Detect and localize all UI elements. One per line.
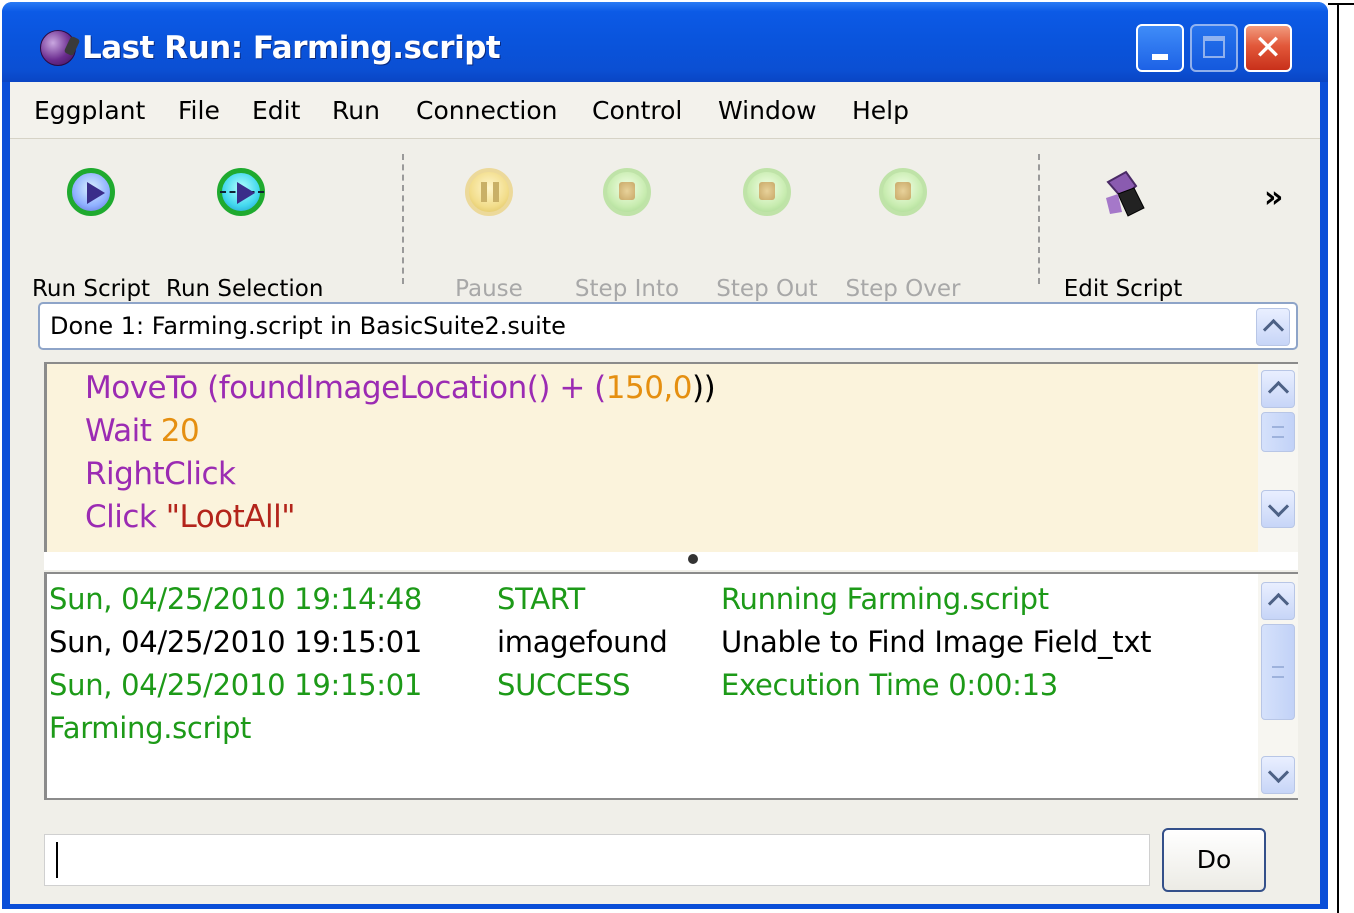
log-type: START	[497, 582, 585, 616]
scroll-thumb[interactable]	[1261, 412, 1295, 452]
close-icon: ✕	[1253, 28, 1283, 68]
run-status-text: Done 1: Farming.script in BasicSuite2.su…	[50, 312, 566, 340]
script-line: MoveTo (foundImageLocation() + (150,0))	[85, 370, 716, 406]
script-token: Click	[85, 499, 157, 535]
log-message: Unable to Find Image Field_txt	[721, 625, 1152, 659]
log-type: SUCCESS	[497, 668, 631, 702]
log-trailing: Farming.script	[49, 711, 252, 745]
script-line: RightClick	[85, 456, 236, 492]
scroll-up-button[interactable]	[1261, 582, 1295, 620]
menu-window[interactable]: Window	[718, 96, 817, 125]
run-script-icon	[67, 168, 115, 216]
script-line: Click "LootAll"	[85, 499, 295, 535]
log-time: Sun, 04/25/2010 19:14:48	[49, 582, 423, 616]
splitter-handle-icon	[688, 554, 698, 564]
log-time: Sun, 04/25/2010 19:15:01	[49, 668, 423, 702]
eggplant-app-icon	[40, 30, 76, 66]
chevron-up-icon	[1267, 592, 1290, 615]
script-token: foundImageLocation()	[218, 370, 551, 406]
script-token: ))	[692, 370, 716, 406]
scroll-down-button[interactable]	[1261, 756, 1295, 794]
script-scrollbar[interactable]	[1258, 364, 1298, 552]
edit-script-label: Edit Script	[1063, 276, 1183, 302]
title-bar[interactable]: Last Run: Farming.script ✕	[2, 2, 1328, 82]
minimize-button[interactable]	[1136, 24, 1184, 72]
menu-file[interactable]: File	[178, 96, 220, 125]
app-window: Last Run: Farming.script ✕ Eggplant File…	[2, 2, 1328, 909]
toolbar: Run Script Run Selection Pause Step Into…	[10, 140, 1320, 302]
script-token: RightClick	[85, 456, 236, 492]
script-token: (	[197, 370, 219, 406]
pause-label: Pause	[455, 276, 523, 302]
toolbar-separator	[402, 154, 404, 284]
step-into-icon	[603, 168, 651, 216]
log-time: Sun, 04/25/2010 19:15:01	[49, 625, 423, 659]
minimize-icon	[1152, 54, 1168, 60]
log-message: Running Farming.script	[721, 582, 1049, 616]
run-log[interactable]: Sun, 04/25/2010 19:14:48 START Running F…	[44, 572, 1298, 800]
step-over-icon	[879, 168, 927, 216]
edit-script-icon	[1106, 170, 1145, 217]
log-scrollbar[interactable]	[1258, 574, 1298, 798]
do-button[interactable]: Do	[1162, 828, 1266, 892]
step-over-label: Step Over	[845, 276, 961, 302]
run-status-selector[interactable]: Done 1: Farming.script in BasicSuite2.su…	[38, 302, 1298, 350]
script-line: Wait 20	[85, 413, 200, 449]
chevron-up-icon	[1262, 318, 1285, 341]
command-input[interactable]	[44, 834, 1150, 886]
step-out-icon	[743, 168, 791, 216]
window-client: Eggplant File Edit Run Connection Contro…	[10, 82, 1320, 904]
pause-icon	[465, 168, 513, 216]
log-message: Execution Time 0:00:13	[721, 668, 1058, 702]
grip-icon	[1272, 666, 1284, 678]
run-selection-icon	[217, 168, 265, 216]
menu-edit[interactable]: Edit	[252, 96, 300, 125]
scroll-thumb[interactable]	[1261, 624, 1295, 720]
close-button[interactable]: ✕	[1244, 24, 1292, 72]
run-selection-label: Run Selection	[166, 276, 324, 302]
script-editor[interactable]: MoveTo (foundImageLocation() + (150,0)) …	[44, 362, 1298, 552]
maximize-icon	[1203, 36, 1225, 58]
scroll-up-button[interactable]	[1261, 370, 1295, 408]
script-token: MoveTo	[85, 370, 198, 406]
log-type: imagefound	[497, 625, 668, 659]
menu-eggplant[interactable]: Eggplant	[34, 96, 145, 125]
maximize-button[interactable]	[1190, 24, 1238, 72]
menu-connection[interactable]: Connection	[416, 96, 557, 125]
chevron-up-icon	[1267, 380, 1290, 403]
grip-icon	[1272, 426, 1284, 438]
step-into-label: Step Into	[574, 276, 680, 302]
pane-splitter[interactable]	[44, 552, 1298, 570]
run-script-label: Run Script	[31, 276, 151, 302]
menu-control[interactable]: Control	[592, 96, 682, 125]
scroll-down-button[interactable]	[1261, 490, 1295, 528]
toolbar-separator	[1038, 154, 1040, 284]
text-caret	[56, 842, 58, 878]
menu-run[interactable]: Run	[332, 96, 380, 125]
chevron-down-icon	[1267, 761, 1290, 784]
chevron-down-icon	[1267, 495, 1290, 518]
script-token: 20	[151, 413, 200, 449]
script-token: 150,0	[605, 370, 693, 406]
step-out-label: Step Out	[716, 276, 818, 302]
menu-bar: Eggplant File Edit Run Connection Contro…	[10, 82, 1320, 139]
script-token: "LootAll"	[156, 499, 296, 535]
toolbar-overflow-button[interactable]: »	[1264, 180, 1283, 215]
script-token: Wait	[85, 413, 152, 449]
status-dropdown-button[interactable]	[1256, 308, 1290, 346]
window-title: Last Run: Farming.script	[82, 30, 501, 66]
script-token: + (	[549, 370, 606, 406]
menu-help[interactable]: Help	[852, 96, 909, 125]
